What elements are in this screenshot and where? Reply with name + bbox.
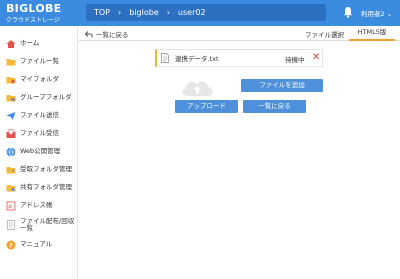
inbox-folder-icon (6, 165, 16, 175)
sidebar-item-inbox-folder[interactable]: 受取フォルダ管理 (0, 161, 78, 178)
sidebar-item-file-list[interactable]: ファイル一覧 (0, 53, 78, 70)
sidebar-item-label: 共有フォルダ管理 (20, 182, 72, 191)
tab-html5[interactable]: HTML5版 (349, 26, 395, 41)
sidebar-item-file-receive[interactable]: ファイル受信 (0, 125, 78, 142)
upload-file-row: 連携データ.txt 待機中 ✕ (155, 49, 323, 67)
svg-text:A: A (8, 204, 12, 210)
sidebar-item-label: ホーム (20, 38, 40, 47)
sidebar-item-label: ファイル受信 (20, 128, 59, 137)
sidebar-item-web-publish[interactable]: Web公開管理 (0, 143, 78, 160)
app-header: BIGLOBE クラウドストレージ TOP › biglobe › user02… (0, 0, 400, 26)
logo-main-text: BIGLOBE (6, 2, 62, 15)
sidebar-item-shared-folder[interactable]: 共有フォルダ管理 (0, 179, 78, 196)
chevron-right-icon: › (166, 8, 170, 17)
add-file-button[interactable]: ファイルを追加 (241, 79, 323, 92)
address-book-icon: A (6, 201, 16, 211)
sidebar-item-label: Web公開管理 (20, 146, 61, 155)
receive-icon (6, 128, 16, 139)
sidebar-item-label: ファイル送信 (20, 110, 59, 119)
sidebar-item-label: ファイル配布/回収一覧 (20, 216, 75, 232)
logo-sub-text: クラウドストレージ (6, 17, 60, 24)
sidebar-item-label: アドレス帳 (20, 200, 53, 209)
sidebar: ホーム ファイル一覧 マイフォルダ グループフォルダ ファイル送信 ファイル受信 (0, 26, 78, 279)
upload-filename: 連携データ.txt (175, 55, 219, 63)
breadcrumb: TOP › biglobe › user02 (86, 4, 326, 21)
bell-icon[interactable] (343, 6, 353, 18)
sidebar-item-label: 受取フォルダ管理 (20, 164, 72, 173)
back-to-list-button[interactable]: 一覧に戻る (243, 100, 306, 113)
breadcrumb-user02[interactable]: user02 (178, 8, 206, 17)
sidebar-item-address-book[interactable]: A アドレス帳 (0, 197, 78, 214)
sidebar-item-file-send[interactable]: ファイル送信 (0, 107, 78, 124)
help-icon: ? (6, 240, 16, 250)
sidebar-item-label: グループフォルダ (20, 92, 72, 101)
sidebar-item-my-folder[interactable]: マイフォルダ (0, 71, 78, 88)
sidebar-item-label: ファイル一覧 (20, 56, 59, 65)
chevron-right-icon: › (118, 8, 122, 17)
cloud-upload-icon (182, 81, 213, 96)
send-icon (6, 111, 16, 121)
globe-icon (6, 146, 16, 157)
svg-text:?: ? (9, 241, 13, 249)
sidebar-item-label: マニュアル (20, 239, 53, 248)
group-folder-icon (6, 93, 16, 103)
folder-icon (6, 57, 16, 67)
document-icon (161, 53, 169, 63)
sidebar-item-manual[interactable]: ? マニュアル (0, 236, 78, 253)
undo-arrow-icon (85, 30, 93, 38)
breadcrumb-biglobe[interactable]: biglobe (129, 8, 159, 17)
distribute-icon (6, 220, 16, 230)
remove-file-icon[interactable]: ✕ (312, 52, 320, 63)
sidebar-item-label: マイフォルダ (20, 74, 59, 83)
user-menu[interactable]: 利用者2 ⌄ (361, 8, 392, 18)
shared-folder-icon (6, 183, 16, 193)
back-to-list-link[interactable]: 一覧に戻る (85, 29, 129, 39)
main-toolbar: 一覧に戻る ファイル選択 HTML5版 (79, 26, 400, 41)
back-to-list-label: 一覧に戻る (96, 31, 129, 39)
sidebar-item-home[interactable]: ホーム (0, 35, 78, 52)
upload-button[interactable]: アップロード (175, 100, 238, 113)
biglobe-logo[interactable]: BIGLOBE クラウドストレージ (6, 2, 70, 24)
upload-status: 待機中 (285, 56, 305, 64)
sidebar-item-distribute[interactable]: ファイル配布/回収一覧 (0, 213, 78, 237)
breadcrumb-top[interactable]: TOP (94, 8, 110, 17)
my-folder-icon (6, 75, 16, 85)
home-icon (6, 39, 16, 49)
sidebar-item-group-folder[interactable]: グループフォルダ (0, 89, 78, 106)
tab-file-select[interactable]: ファイル選択 (305, 29, 344, 39)
